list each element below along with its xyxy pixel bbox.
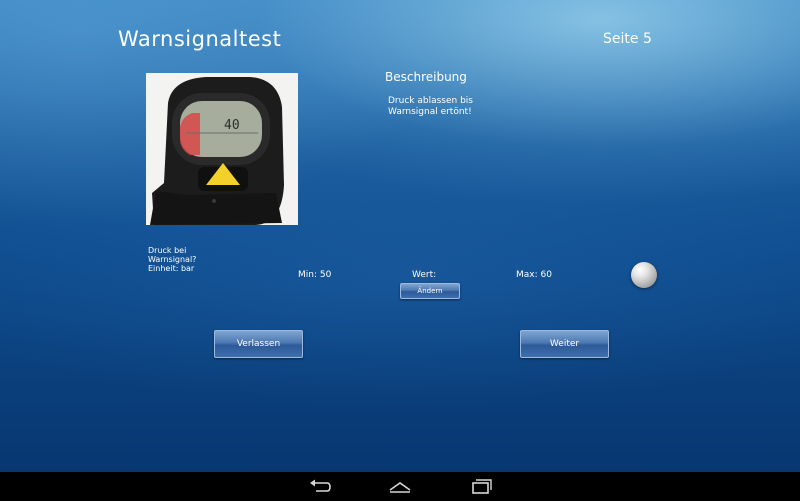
current-value-label: Wert: bbox=[412, 270, 437, 280]
page-indicator: Seite 5 bbox=[603, 31, 652, 47]
unit-label: Einheit: bar bbox=[148, 264, 195, 273]
status-indicator-ball bbox=[631, 262, 657, 288]
home-icon[interactable] bbox=[388, 477, 412, 497]
change-button[interactable]: Ändern bbox=[400, 283, 460, 299]
gauge-reading: 40 bbox=[224, 118, 240, 133]
page-title: Warnsignaltest bbox=[118, 27, 282, 51]
question-label: Druck bei Warnsignal? Einheit: bar bbox=[148, 246, 196, 273]
leave-button[interactable]: Verlassen bbox=[214, 330, 303, 358]
question-line: Warnsignal? bbox=[148, 255, 197, 264]
description-heading: Beschreibung bbox=[385, 70, 467, 84]
back-icon[interactable] bbox=[308, 477, 332, 497]
max-value-label: Max: 60 bbox=[516, 270, 552, 280]
background-sheen bbox=[0, 150, 800, 410]
recents-icon[interactable] bbox=[468, 477, 492, 497]
description-line: Druck ablassen bis bbox=[388, 96, 473, 106]
device-photo: 40 bbox=[146, 73, 298, 225]
min-value-label: Min: 50 bbox=[298, 270, 332, 280]
question-line: Druck bei bbox=[148, 246, 187, 255]
description-line: Warnsignal ertönt! bbox=[388, 107, 472, 117]
description-text: Druck ablassen bis Warnsignal ertönt! bbox=[388, 96, 473, 118]
next-button[interactable]: Weiter bbox=[520, 330, 609, 358]
android-navigation-bar bbox=[0, 472, 800, 501]
pressure-gauge-image: 40 bbox=[146, 73, 298, 225]
